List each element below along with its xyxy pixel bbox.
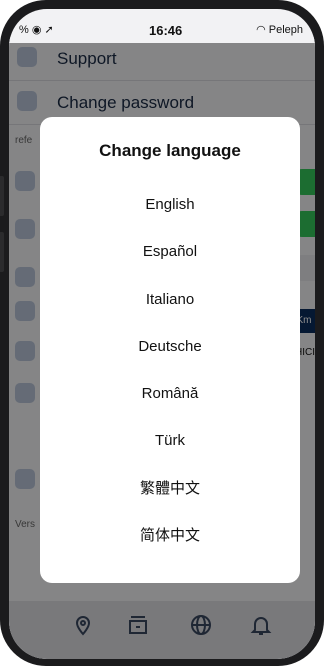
language-option[interactable]: Italiano xyxy=(40,276,300,323)
language-list: English Español Italiano Deutsche Română… xyxy=(40,181,300,559)
status-carrier: ◠ Peleph xyxy=(256,24,303,36)
status-left: % ◉ ➚ xyxy=(19,24,54,36)
volume-up-button xyxy=(0,176,4,216)
status-time: 16:46 xyxy=(149,23,183,38)
language-option[interactable]: Română xyxy=(40,370,300,417)
language-option[interactable]: 简体中文 xyxy=(40,512,300,559)
language-option[interactable]: Español xyxy=(40,228,300,275)
language-option[interactable]: English xyxy=(40,181,300,228)
wifi-icon: ◠ xyxy=(256,24,266,36)
phone-frame: % ◉ ➚ 16:46 ◠ Peleph Support Change pass… xyxy=(0,0,324,666)
language-option[interactable]: 繁體中文 xyxy=(40,465,300,512)
language-option[interactable]: Deutsche xyxy=(40,323,300,370)
modal-title: Change language xyxy=(99,141,241,160)
change-language-modal: Change language English Español Italiano… xyxy=(40,117,300,583)
screen: % ◉ ➚ 16:46 ◠ Peleph Support Change pass… xyxy=(9,9,315,659)
language-option[interactable]: Türk xyxy=(40,417,300,464)
volume-down-button xyxy=(0,232,4,272)
